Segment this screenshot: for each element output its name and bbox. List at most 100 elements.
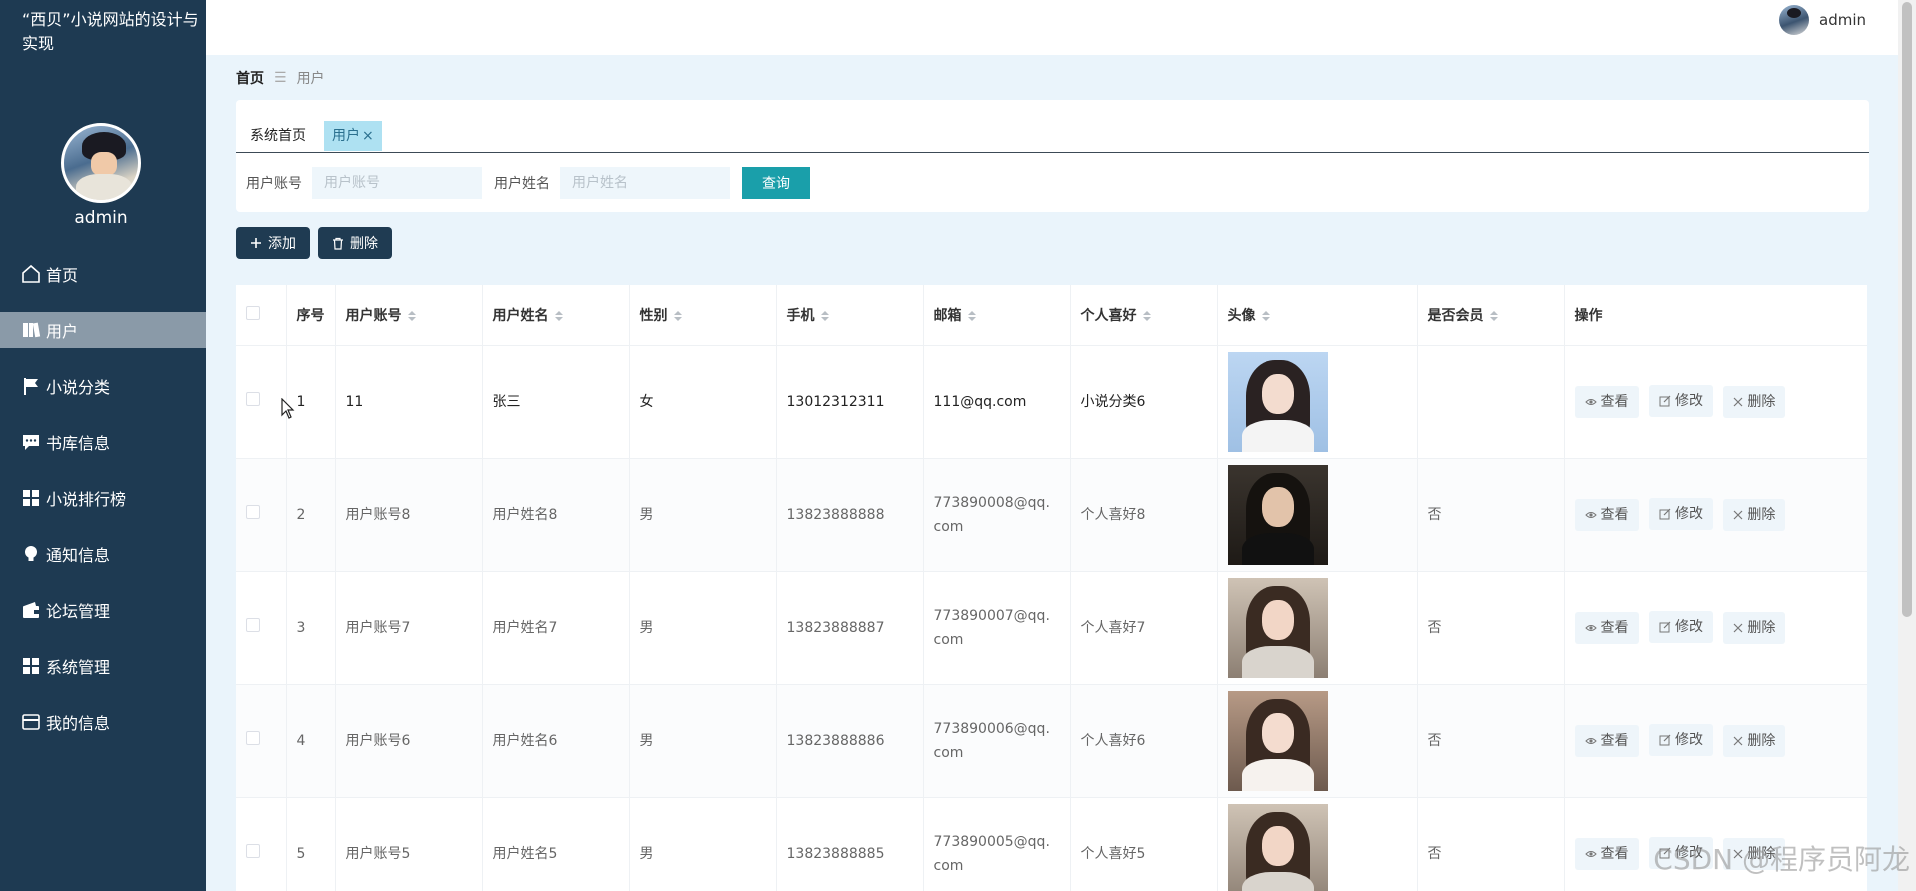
scrollbar-thumb[interactable]: [1902, 2, 1912, 617]
col-header-email[interactable]: 邮箱: [923, 285, 1071, 346]
cell-hobby: 小说分类6: [1070, 345, 1218, 459]
sidebar-item-label: 小说排行榜: [46, 490, 127, 509]
view-button[interactable]: 查看: [1574, 725, 1639, 757]
action-bar: 添加 删除: [236, 227, 400, 259]
edit-button[interactable]: 修改: [1648, 385, 1713, 417]
row-checkbox[interactable]: [246, 617, 260, 632]
cell-name: 用户姓名5: [482, 797, 630, 891]
cell-avatar: [1217, 684, 1418, 798]
delete-button[interactable]: 删除: [1723, 499, 1786, 531]
close-icon: [1733, 397, 1743, 407]
sidebar-item-ranking[interactable]: 小说排行榜: [0, 480, 206, 516]
edit-button[interactable]: 修改: [1648, 611, 1713, 643]
row-checkbox[interactable]: [246, 391, 260, 406]
sidebar-item-system[interactable]: 系统管理: [0, 648, 206, 684]
select-all-checkbox[interactable]: [246, 305, 260, 320]
cell-gender: 女: [629, 345, 777, 459]
table-row[interactable]: 4 用户账号6 用户姓名6 男 13823888886 773890006@qq…: [236, 684, 1867, 798]
tab-users[interactable]: 用户 ×: [324, 121, 382, 151]
row-select-cell[interactable]: [236, 684, 287, 798]
user-photo[interactable]: [1227, 464, 1328, 565]
account-filter-input[interactable]: [312, 167, 482, 199]
col-header-phone[interactable]: 手机: [776, 285, 924, 346]
view-button[interactable]: 查看: [1574, 612, 1639, 644]
sort-icon[interactable]: [407, 310, 416, 321]
chat-icon: [20, 431, 42, 453]
edit-icon: [1659, 508, 1671, 520]
search-button[interactable]: 查询: [742, 167, 810, 199]
cell-name: 用户姓名6: [482, 684, 630, 798]
cell-account: 用户账号8: [335, 458, 483, 572]
sidebar-avatar[interactable]: [61, 123, 141, 203]
view-button[interactable]: 查看: [1574, 386, 1639, 418]
header-avatar[interactable]: [1779, 5, 1809, 35]
row-select-cell[interactable]: [236, 797, 287, 891]
view-button[interactable]: 查看: [1574, 499, 1639, 531]
user-photo[interactable]: [1227, 351, 1328, 452]
user-photo[interactable]: [1227, 577, 1328, 678]
delete-button[interactable]: 删除: [1723, 386, 1786, 418]
close-icon: [1733, 623, 1743, 633]
sort-icon[interactable]: [967, 310, 976, 321]
close-icon[interactable]: ×: [362, 128, 374, 144]
sidebar-item-home[interactable]: 首页: [0, 256, 206, 292]
select-all-cell[interactable]: [236, 285, 287, 346]
sidebar-item-users[interactable]: 用户: [0, 312, 206, 348]
name-filter-input[interactable]: [560, 167, 730, 199]
delete-button[interactable]: 删除: [1723, 612, 1786, 644]
cell-member: 否: [1417, 571, 1565, 685]
sidebar-item-library[interactable]: 书库信息: [0, 424, 206, 460]
row-checkbox[interactable]: [246, 504, 260, 519]
sort-icon[interactable]: [1489, 310, 1498, 321]
cell-member: 否: [1417, 684, 1565, 798]
sort-icon[interactable]: [820, 310, 829, 321]
breadcrumb-home[interactable]: 首页: [236, 68, 264, 88]
col-header-member[interactable]: 是否会员: [1417, 285, 1565, 346]
edit-button[interactable]: 修改: [1648, 724, 1713, 756]
view-button[interactable]: 查看: [1574, 838, 1639, 870]
col-header-gender[interactable]: 性别: [629, 285, 777, 346]
batch-delete-button[interactable]: 删除: [318, 227, 392, 259]
eye-icon: [1584, 397, 1597, 407]
tab-system-home[interactable]: 系统首页: [242, 121, 314, 151]
table-row[interactable]: 5 用户账号5 用户姓名5 男 13823888885 773890005@qq…: [236, 797, 1867, 891]
sort-icon[interactable]: [1142, 310, 1151, 321]
row-checkbox[interactable]: [246, 730, 260, 745]
edit-button[interactable]: 修改: [1648, 498, 1713, 530]
row-select-cell[interactable]: [236, 345, 287, 459]
cell-avatar: [1217, 571, 1418, 685]
sort-icon[interactable]: [673, 310, 682, 321]
header-user[interactable]: admin: [1779, 4, 1866, 36]
sidebar-item-notice[interactable]: 通知信息: [0, 536, 206, 572]
table-row[interactable]: 2 用户账号8 用户姓名8 男 13823888888 773890008@qq…: [236, 458, 1867, 572]
col-header-hobby[interactable]: 个人喜好: [1070, 285, 1218, 346]
page-scrollbar[interactable]: [1898, 0, 1916, 891]
col-header-account[interactable]: 用户账号: [335, 285, 483, 346]
table-row[interactable]: 3 用户账号7 用户姓名7 男 13823888887 773890007@qq…: [236, 571, 1867, 685]
add-button[interactable]: 添加: [236, 227, 310, 259]
sidebar-item-my-info[interactable]: 我的信息: [0, 704, 206, 740]
row-select-cell[interactable]: [236, 458, 287, 572]
delete-button[interactable]: 删除: [1723, 725, 1786, 757]
user-photo[interactable]: [1227, 803, 1328, 891]
user-photo[interactable]: [1227, 690, 1328, 791]
cell-gender: 男: [629, 571, 777, 685]
sort-icon[interactable]: [1261, 310, 1270, 321]
sidebar-item-label: 用户: [46, 322, 79, 341]
sidebar-item-novel-category[interactable]: 小说分类: [0, 368, 206, 404]
col-header-name[interactable]: 用户姓名: [482, 285, 630, 346]
table-row[interactable]: 1 11 张三 女 13012312311 111@qq.com 小说分类6 查…: [236, 345, 1867, 459]
sidebar-item-label: 论坛管理: [46, 602, 111, 621]
cell-email: 111@qq.com: [923, 345, 1071, 459]
cell-email: 773890006@qq.com: [923, 684, 1071, 798]
row-select-cell[interactable]: [236, 571, 287, 685]
col-header-avatar[interactable]: 头像: [1217, 285, 1418, 346]
eye-icon: [1584, 510, 1597, 520]
sidebar-item-label: 小说分类: [46, 378, 111, 397]
cell-actions: 查看 修改 删除: [1564, 571, 1867, 685]
cell-avatar: [1217, 458, 1418, 572]
sidebar-item-forum[interactable]: 论坛管理: [0, 592, 206, 628]
row-checkbox[interactable]: [246, 843, 260, 858]
sort-icon[interactable]: [554, 310, 563, 321]
cell-name: 张三: [482, 345, 630, 459]
